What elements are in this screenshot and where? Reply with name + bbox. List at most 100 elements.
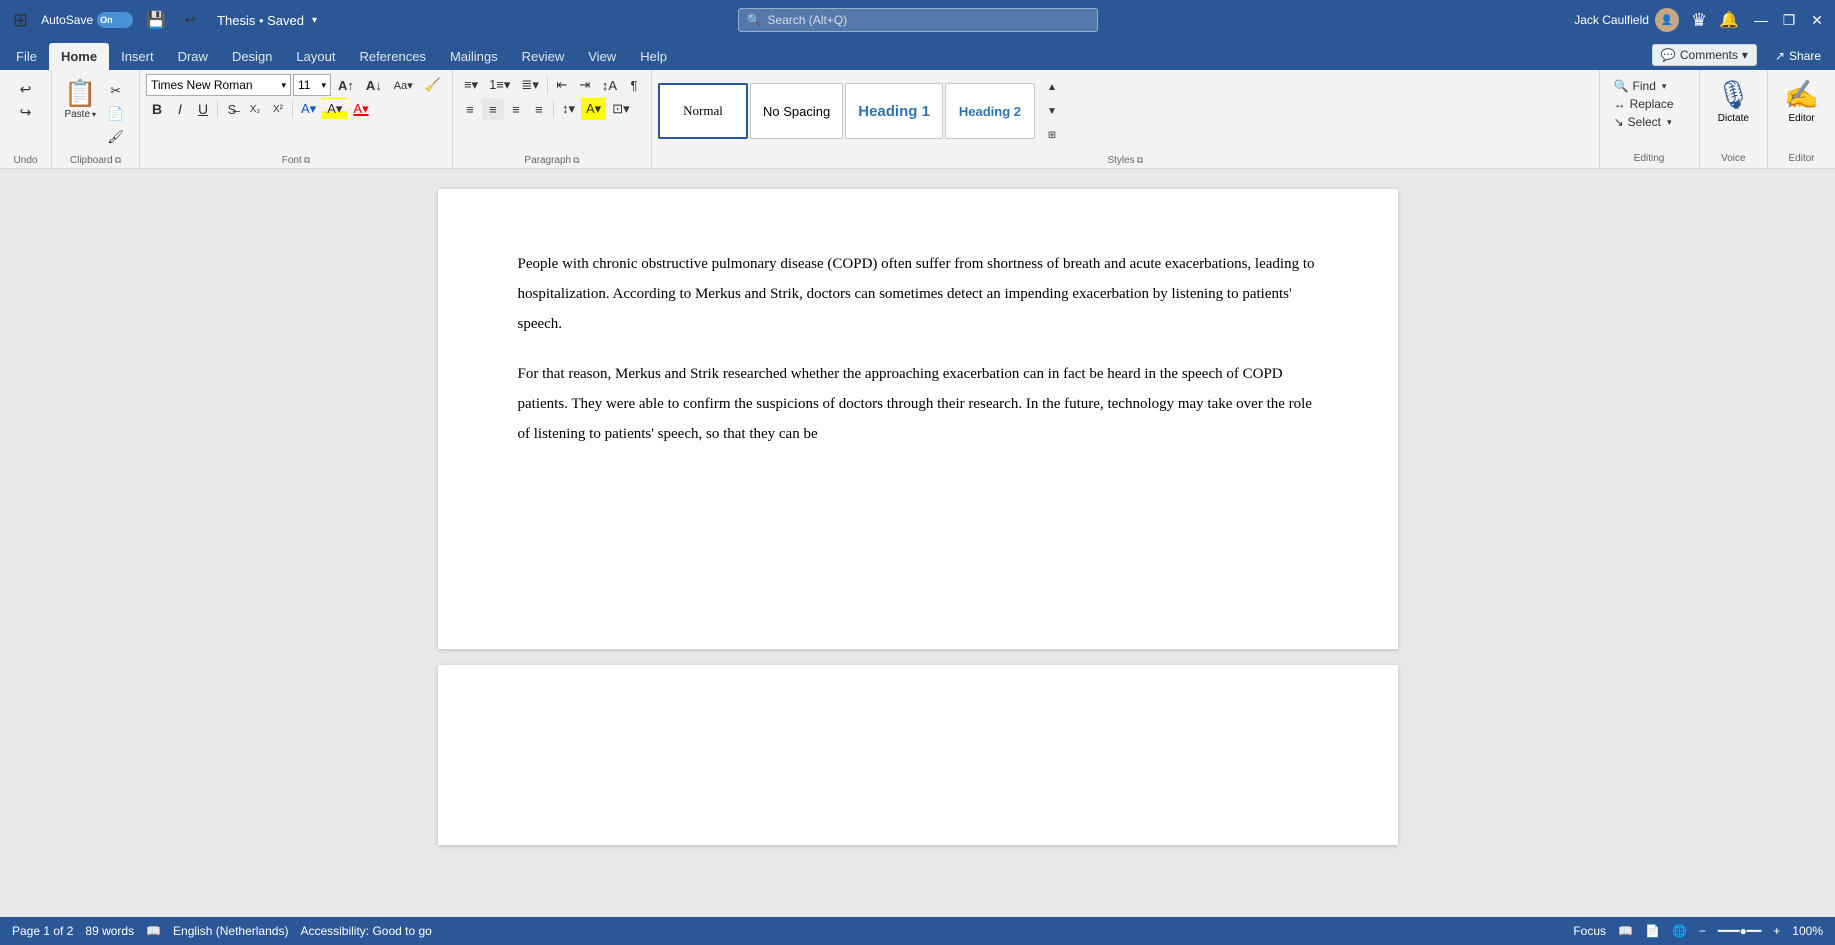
tab-review[interactable]: Review — [510, 43, 577, 70]
dictate-button[interactable]: 🎙 Dictate — [1708, 74, 1760, 140]
justify-button[interactable]: ≡ — [528, 98, 550, 120]
show-marks-button[interactable]: ¶ — [623, 74, 645, 96]
multilevel-button[interactable]: ≣▾ — [516, 74, 543, 96]
font-shrink-button[interactable]: A↓ — [361, 74, 387, 96]
tab-insert[interactable]: Insert — [109, 43, 166, 70]
paste-button[interactable]: 📋 Paste ▾ — [62, 76, 98, 122]
page-content-1[interactable]: People with chronic obstructive pulmonar… — [518, 249, 1318, 449]
share-icon: ↗ — [1775, 49, 1785, 63]
language[interactable]: English (Netherlands) — [173, 924, 288, 938]
undo-redo-stack: ↩ ↪ — [15, 78, 37, 123]
align-center-button[interactable]: ≡ — [482, 98, 504, 120]
select-button[interactable]: ↘ Select ▾ — [1612, 114, 1687, 130]
increase-indent-button[interactable]: ⇥ — [574, 74, 596, 96]
autosave-toggle[interactable]: On — [97, 12, 133, 28]
subscript-button[interactable]: X₂ — [244, 98, 266, 120]
shading-button[interactable]: A▾ — [581, 98, 606, 120]
borders-button[interactable]: ⊡▾ — [607, 98, 634, 120]
para-group-bottom: Paragraph ⧉ — [524, 155, 579, 166]
replace-button[interactable]: ↔ Replace — [1612, 96, 1687, 112]
bullets-button[interactable]: ≡▾ — [459, 74, 483, 96]
replace-icon: ↔ — [1614, 97, 1626, 111]
comments-button[interactable]: 💬 Comments ▾ — [1652, 44, 1757, 66]
app-icon-button[interactable]: ⊞ — [8, 9, 33, 31]
highlight-button[interactable]: A▾ — [322, 98, 347, 120]
minimize-button[interactable]: — — [1751, 10, 1771, 30]
tab-design[interactable]: Design — [220, 43, 284, 70]
undo-button[interactable]: ↩ — [15, 78, 37, 100]
close-button[interactable]: ✕ — [1807, 10, 1827, 30]
tab-draw[interactable]: Draw — [166, 43, 220, 70]
styles-expand[interactable]: ⊞ — [1041, 124, 1063, 146]
decrease-indent-button[interactable]: ⇤ — [551, 74, 573, 96]
find-button[interactable]: 🔍 Find ▾ — [1612, 78, 1687, 94]
zoom-slider[interactable]: ━━━●━━ — [1718, 924, 1761, 938]
bold-button[interactable]: B — [146, 98, 168, 120]
style-no-spacing[interactable]: No Spacing — [750, 83, 843, 139]
style-normal[interactable]: Normal — [658, 83, 748, 139]
undo-group: ↩ ↪ Undo — [0, 70, 52, 168]
document-area[interactable]: People with chronic obstructive pulmonar… — [0, 169, 1835, 917]
tab-view[interactable]: View — [576, 43, 628, 70]
editor-icon: ✍ — [1784, 78, 1819, 111]
sort-button[interactable]: ↕A — [597, 74, 622, 96]
restore-button[interactable]: ❐ — [1779, 10, 1799, 30]
print-layout-icon[interactable]: 📄 — [1645, 924, 1660, 938]
align-right-button[interactable]: ≡ — [505, 98, 527, 120]
editor-button[interactable]: ✍ Editor — [1776, 74, 1827, 140]
superscript-button[interactable]: X² — [267, 98, 289, 120]
font-name-dropdown[interactable]: Times New Roman ▾ — [146, 74, 291, 96]
text-effects-button[interactable]: A▾ — [296, 98, 321, 120]
zoom-in-button[interactable]: + — [1773, 924, 1780, 938]
accessibility[interactable]: Accessibility: Good to go — [300, 924, 431, 938]
tab-help[interactable]: Help — [628, 43, 679, 70]
share-button[interactable]: ↗ Share — [1765, 46, 1831, 66]
font-color-button[interactable]: A▾ — [348, 98, 373, 120]
redo-button[interactable]: ↪ — [15, 101, 37, 123]
zoom-level[interactable]: 100% — [1792, 924, 1823, 938]
style-heading1[interactable]: Heading 1 — [845, 83, 943, 139]
line-spacing-button[interactable]: ↕▾ — [557, 98, 580, 120]
paragraph-1[interactable]: People with chronic obstructive pulmonar… — [518, 249, 1318, 339]
undo-title-button[interactable]: ↩ — [179, 9, 201, 31]
copy-button[interactable]: 📄 — [102, 103, 129, 125]
doc-title-chevron[interactable]: ▾ — [312, 15, 317, 26]
numbering-button[interactable]: 1≡▾ — [484, 74, 515, 96]
styles-label: Styles — [1107, 155, 1134, 166]
clipboard-expand-icon[interactable]: ⧉ — [115, 155, 121, 166]
tab-layout[interactable]: Layout — [284, 43, 347, 70]
clipboard-group: 📋 Paste ▾ ✂ 📄 🖌 Clipboard ⧉ — [52, 70, 140, 168]
styles-scroll-down[interactable]: ▼ — [1041, 100, 1063, 122]
font-row2: B I U S̶ X₂ X² A▾ A▾ A▾ — [146, 98, 446, 120]
styles-expand-icon[interactable]: ⧉ — [1137, 155, 1143, 166]
underline-button[interactable]: U — [192, 98, 214, 120]
align-left-button[interactable]: ≡ — [459, 98, 481, 120]
zoom-out-button[interactable]: − — [1699, 924, 1706, 938]
select-label: Select — [1628, 115, 1661, 129]
font-grow-button[interactable]: A↑ — [333, 74, 359, 96]
spell-check-icon[interactable]: 📖 — [146, 924, 161, 938]
focus-button[interactable]: Focus — [1573, 924, 1606, 938]
web-layout-icon[interactable]: 🌐 — [1672, 924, 1687, 938]
cut-button[interactable]: ✂ — [102, 80, 129, 102]
paragraph-2[interactable]: For that reason, Merkus and Strik resear… — [518, 359, 1318, 449]
tab-mailings[interactable]: Mailings — [438, 43, 510, 70]
clear-format-button[interactable]: 🧹 — [420, 74, 446, 96]
italic-button[interactable]: I — [169, 98, 191, 120]
save-button[interactable]: 💾 — [141, 9, 171, 31]
font-case-button[interactable]: Aa▾ — [389, 74, 418, 96]
format-painter-button[interactable]: 🖌 — [102, 126, 129, 148]
tab-file[interactable]: File — [4, 43, 49, 70]
style-heading2[interactable]: Heading 2 — [945, 83, 1035, 139]
font-expand-icon[interactable]: ⧉ — [304, 155, 310, 166]
bell-icon[interactable]: 🔔 — [1719, 10, 1739, 30]
tab-home[interactable]: Home — [49, 43, 109, 70]
search-bar[interactable]: 🔍 Search (Alt+Q) — [738, 8, 1098, 32]
styles-scroll-up[interactable]: ▲ — [1041, 76, 1063, 98]
voice-group-bottom: Voice — [1721, 148, 1745, 166]
font-size-dropdown[interactable]: 11 ▾ — [293, 74, 331, 96]
strikethrough-button[interactable]: S̶ — [221, 98, 243, 120]
para-expand-icon[interactable]: ⧉ — [573, 155, 579, 166]
tab-references[interactable]: References — [347, 43, 437, 70]
read-mode-icon[interactable]: 📖 — [1618, 924, 1633, 938]
